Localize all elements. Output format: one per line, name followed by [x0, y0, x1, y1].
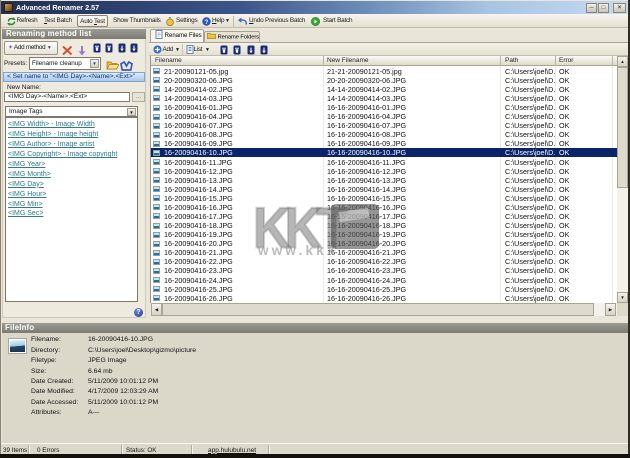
svg-text:?: ?: [204, 19, 208, 26]
